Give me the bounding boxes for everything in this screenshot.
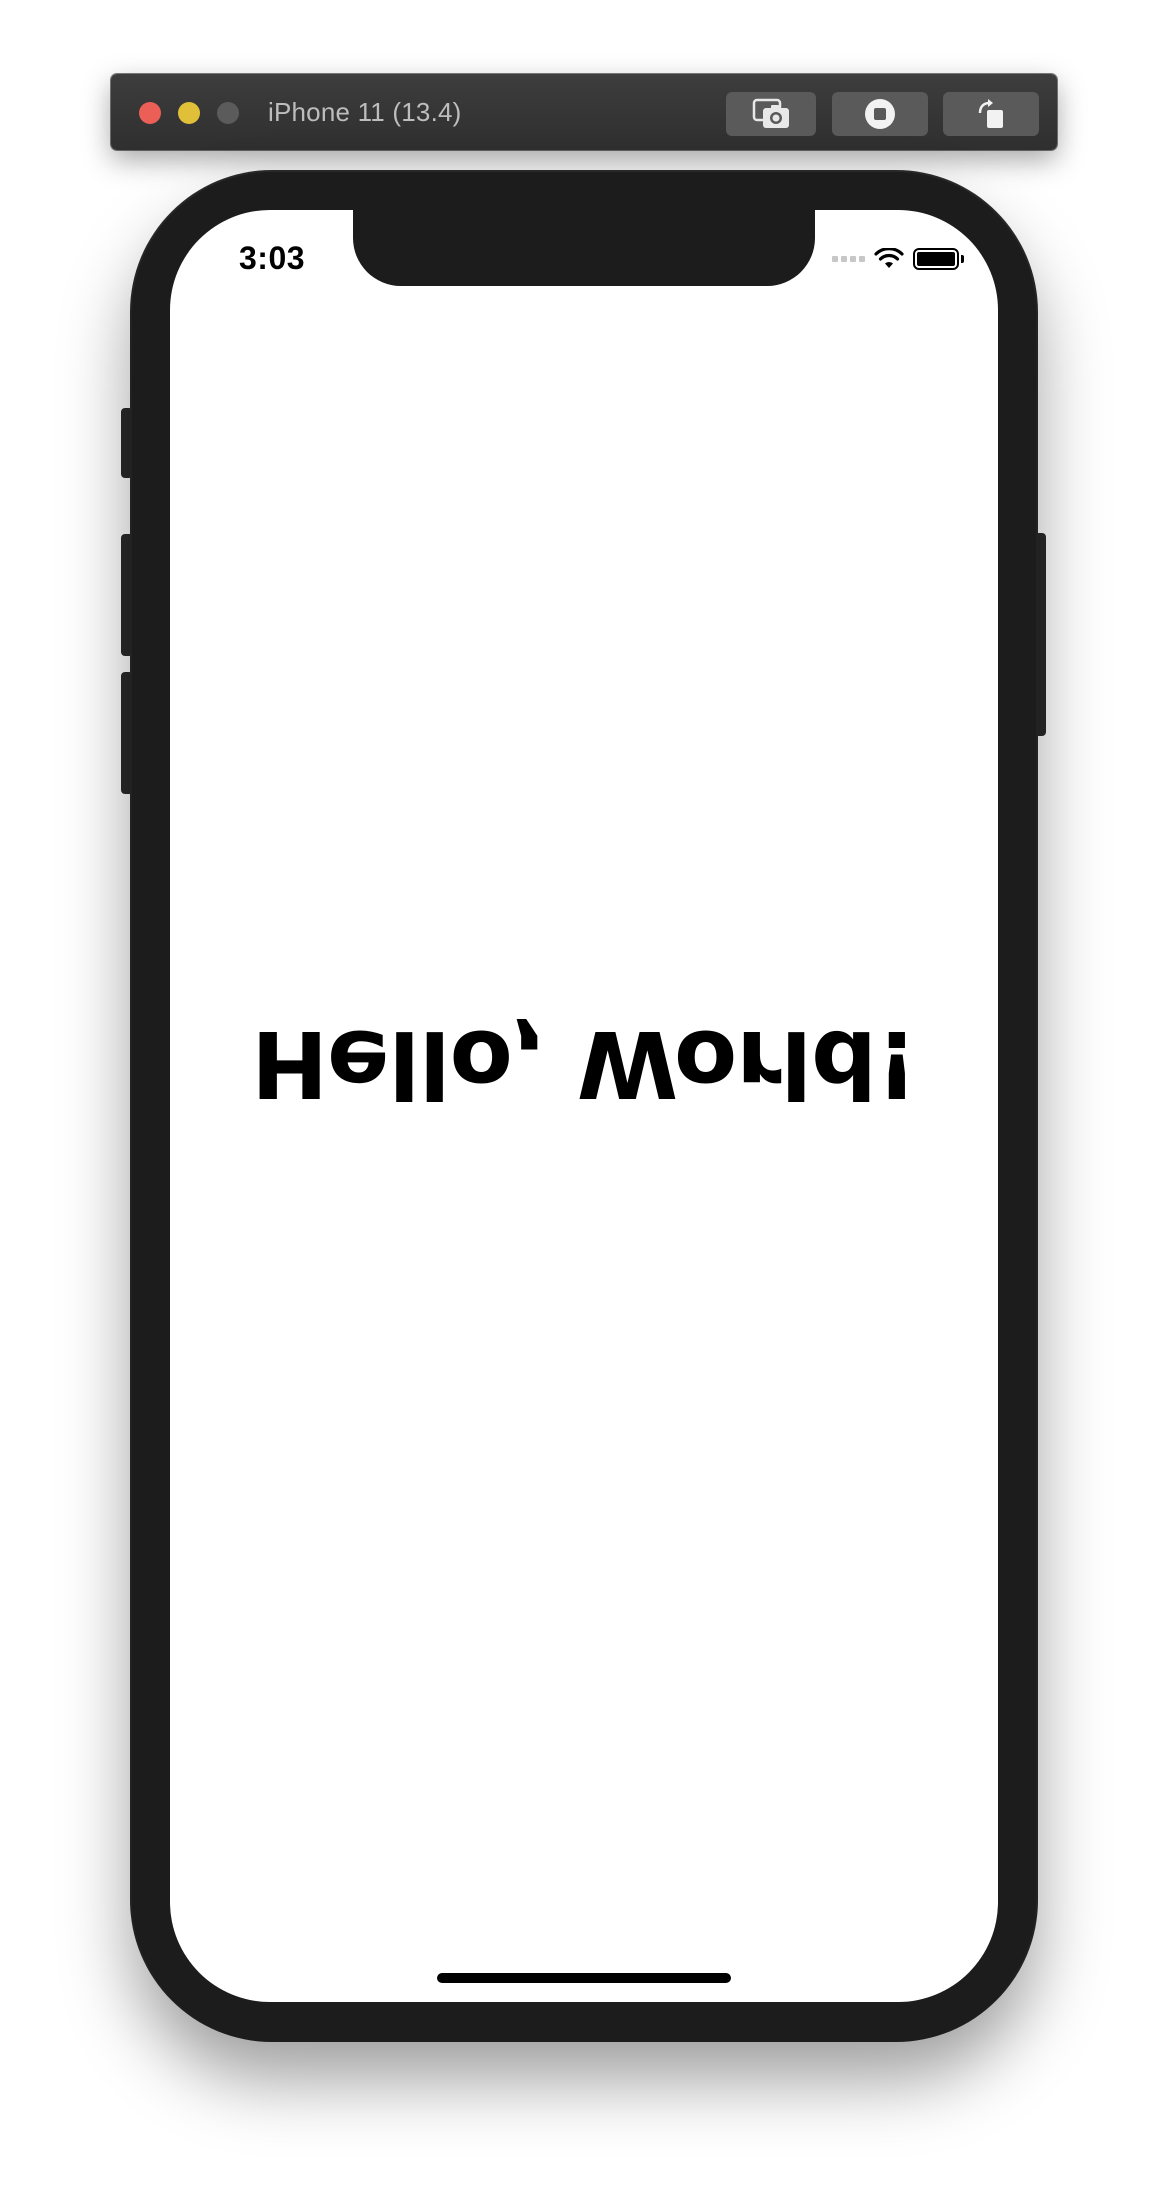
battery-icon [913,248,964,270]
simulator-title: iPhone 11 (13.4) [268,97,462,127]
signal-dots-icon [832,256,865,262]
simulator-titlebar[interactable]: iPhone 11 (13.4) [111,74,1057,150]
hello-world-label: Hello, World! [251,1010,917,1117]
camera-screenshot-icon [752,98,789,128]
rotate-button[interactable] [943,92,1039,136]
minimize-window-button[interactable] [178,102,200,124]
status-bar-time: 3:03 [239,240,306,276]
zoom-window-button[interactable] [217,102,239,124]
home-button[interactable] [832,92,928,136]
screenshot-button[interactable] [726,92,816,136]
home-button-icon [865,99,895,129]
notch [353,210,815,286]
home-indicator[interactable] [437,1973,731,1983]
status-bar-indicators [832,246,964,272]
wifi-icon [874,248,904,268]
device-screen[interactable]: 3:03 Hello, World! [170,210,998,2002]
desktop-canvas: iPhone 11 (13.4) 3:03 Hello, World! [0,0,1168,2190]
rotate-icon [978,99,1003,128]
close-window-button[interactable] [139,102,161,124]
